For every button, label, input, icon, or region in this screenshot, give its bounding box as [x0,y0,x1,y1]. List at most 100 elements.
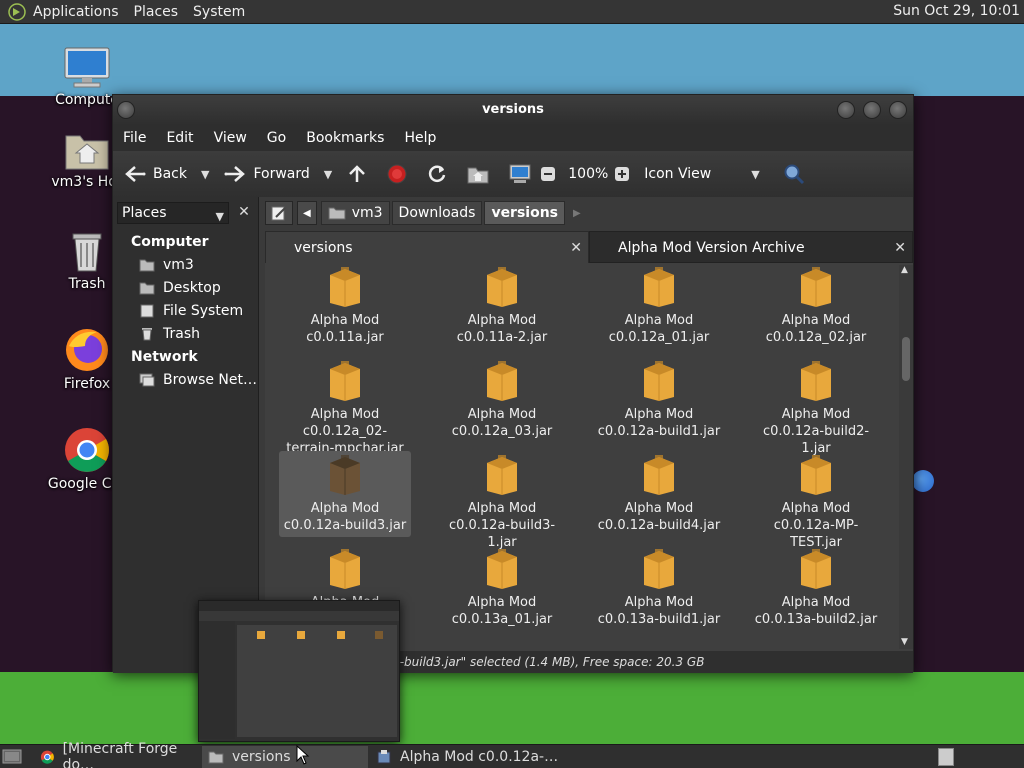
back-history-dropdown[interactable]: ▼ [201,168,209,181]
forward-label: Forward [253,166,310,182]
mouse-cursor-icon [296,745,310,765]
system-menu[interactable]: System [193,4,245,20]
gnome-foot-icon [8,2,26,21]
close-button[interactable] [889,101,907,119]
content-scrollbar[interactable]: ▲ ▼ [899,265,913,649]
workspace-icon [938,748,954,766]
file-item[interactable]: Alpha Mod c0.0.13a_01.jar [436,545,568,631]
menu-view[interactable]: View [204,130,257,146]
applications-menu[interactable]: Applications [33,4,119,20]
sidebar-item-label: vm3 [163,257,194,273]
sidebar-item-desktop[interactable]: Desktop [139,280,221,296]
jar-package-icon [330,549,360,589]
file-item[interactable]: Alpha Mod c0.0.13a-build1.jar [593,545,725,631]
tab-close-icon[interactable]: ✕ [894,232,906,264]
back-label: Back [153,166,187,182]
search-button[interactable] [782,162,806,186]
up-button[interactable] [346,163,368,185]
tab-label: Alpha Mod Version Archive [618,240,805,256]
home-button[interactable] [466,164,490,184]
breadcrumb-downloads[interactable]: Downloads [391,201,483,225]
task-chrome[interactable]: [Minecraft Forge do… [36,741,200,768]
desktop-icon-label: Trash [68,276,106,292]
tab-close-icon[interactable]: ✕ [570,232,582,264]
jar-package-icon [330,267,360,307]
show-desktop-button[interactable] [2,746,24,768]
clock[interactable]: Sun Oct 29, 10:01 [893,3,1020,19]
jar-package-icon [487,267,517,307]
tab-versions[interactable]: versions ✕ [265,231,589,263]
sidebar-item-browse-network[interactable]: Browse Net… [139,372,257,388]
sidebar-item-vm3[interactable]: vm3 [139,257,194,273]
window-titlebar[interactable]: versions [113,95,913,125]
breadcrumb-vm3[interactable]: vm3 [320,201,390,225]
jar-package-icon [801,267,831,307]
tab-alpha-mod-version-archive[interactable]: Alpha Mod Version Archive ✕ [589,231,913,263]
bottom-panel: [Minecraft Forge do… versions Alpha Mod … [0,741,1024,768]
menubar: File Edit View Go Bookmarks Help [113,125,913,151]
minimize-button[interactable] [837,101,855,119]
file-icon-view[interactable]: Alpha Mod c0.0.11a.jar Alpha Mod c0.0.11a… [265,263,913,651]
computer-button[interactable] [508,163,532,185]
menu-edit[interactable]: Edit [156,130,203,146]
show-desktop-icon [2,749,22,764]
forward-arrow-icon [224,166,246,182]
menu-go[interactable]: Go [257,130,296,146]
file-item[interactable]: Alpha Mod c0.0.11a-2.jar [436,263,568,349]
desktop-icon-label: Compute [55,92,119,108]
sidebar-item-trash[interactable]: Trash [139,326,200,342]
file-item[interactable]: Alpha Mod c0.0.12a-build3-1.jar [436,451,568,554]
window-preview-thumbnail[interactable] [198,600,400,742]
file-item[interactable]: Alpha Mod c0.0.12a_02-terrain-mpchar.jar [279,357,411,460]
path-scroll-left-button[interactable]: ◀ [297,201,317,225]
file-item[interactable]: Alpha Mod c0.0.12a-build1.jar [593,357,725,443]
back-button[interactable]: Back [123,164,195,184]
jar-package-icon [801,549,831,589]
task-archive[interactable]: Alpha Mod c0.0.12a-… [372,746,562,768]
file-item[interactable]: Alpha Mod c0.0.12a_02.jar [750,263,882,349]
menu-help[interactable]: Help [394,130,446,146]
file-item[interactable]: Alpha Mod c0.0.12a_01.jar [593,263,725,349]
file-item[interactable]: Alpha Mod c0.0.12a-MP-TEST.jar [750,451,882,554]
zoom-out-button[interactable] [540,166,556,182]
task-label: versions [232,749,291,765]
scroll-up-icon[interactable]: ▲ [901,265,908,275]
file-item[interactable]: Alpha Mod c0.0.13a-build2.jar [750,545,882,631]
menu-bookmarks[interactable]: Bookmarks [296,130,394,146]
sidebar-close-button[interactable]: ✕ [235,203,253,221]
sidebar-type-select[interactable]: Places ▼ [117,202,229,224]
wallpaper-sky [0,24,1024,96]
toggle-location-entry-button[interactable] [265,201,293,225]
breadcrumb-versions[interactable]: versions [484,201,566,225]
desktop-folder-icon [139,282,155,295]
preview-toolbar [199,611,399,621]
file-item[interactable]: Alpha Mod c0.0.11a.jar [279,263,411,349]
task-versions[interactable]: versions [202,746,368,768]
reload-button[interactable] [426,163,448,185]
stop-button[interactable] [386,163,408,185]
file-item[interactable]: Alpha Mod c0.0.12a_03.jar [436,357,568,443]
file-item[interactable]: Alpha Mod c0.0.12a-build3.jar [279,451,411,537]
chevron-right-icon[interactable]: ▶ [573,208,581,219]
sidebar-item-label: Browse Net… [163,372,258,388]
forward-history-dropdown[interactable]: ▼ [324,168,332,181]
zoom-in-button[interactable] [614,166,630,182]
file-item[interactable]: Alpha Mod c0.0.12a-build2-1.jar [750,357,882,460]
maximize-button[interactable] [863,101,881,119]
workspace-switcher[interactable] [938,746,956,768]
search-icon [784,164,804,185]
places-menu[interactable]: Places [134,4,179,20]
file-name: Alpha Mod c0.0.12a_03.jar [451,407,553,439]
breadcrumb-label: Downloads [398,205,476,221]
sidebar-item-file-system[interactable]: File System [139,303,243,319]
menu-file[interactable]: File [113,130,156,146]
sidebar-item-label: File System [163,303,244,319]
sidebar-item-label: Trash [163,326,200,342]
file-item[interactable]: Alpha Mod c0.0.12a-build4.jar [593,451,725,537]
view-mode-dropdown[interactable]: Icon View ▼ [636,166,767,182]
window-menu-button[interactable] [117,101,135,119]
forward-button[interactable]: Forward [223,164,317,184]
chrome-icon [65,428,109,472]
scrollbar-thumb[interactable] [902,337,910,381]
scroll-down-icon[interactable]: ▼ [901,637,908,647]
